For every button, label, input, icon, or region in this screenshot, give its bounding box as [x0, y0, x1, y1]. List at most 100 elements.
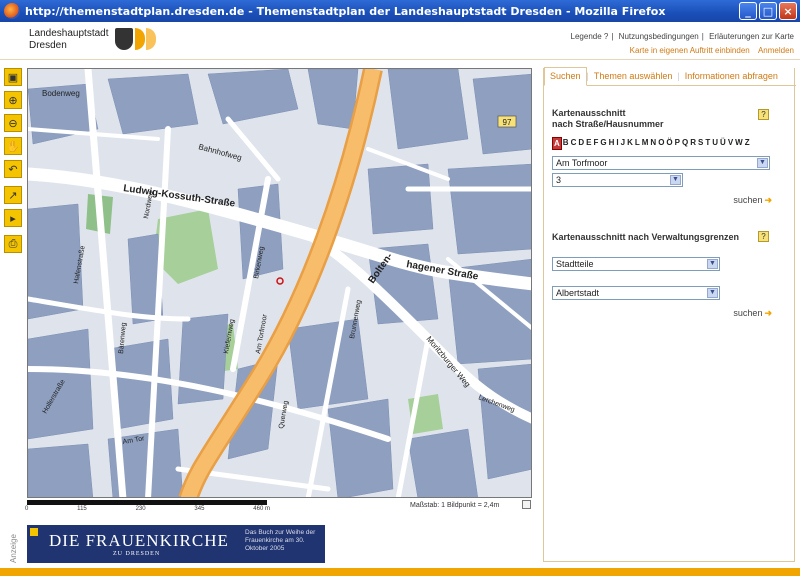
panel-tabs: Suchen | Themen auswählen | Informatione… [544, 67, 796, 86]
embed-map-link[interactable]: Karte in eigenen Auftritt einbinden [630, 46, 750, 55]
ad-banner[interactable]: DIE FRAUENKIRCHE ZU DRESDEN Das Buch zur… [27, 525, 325, 563]
street-search-title: Kartenausschnitt nach Straße/Hausnummer [552, 108, 664, 130]
measure-icon[interactable]: ↗ [4, 186, 22, 204]
maximize-button[interactable]: □ [759, 2, 777, 20]
ad-label: Anzeige [9, 534, 18, 563]
street-search-title-line: Kartenausschnitt [552, 108, 626, 118]
full-extent-icon[interactable]: ▣ [4, 68, 22, 86]
letter-d[interactable]: D [577, 137, 585, 150]
scale-tick: 0 [25, 506, 29, 512]
undo-icon[interactable]: ↶ [4, 160, 22, 178]
ad-blurb: Das Buch zur Weihe der Frauenkirche am 3… [245, 529, 316, 552]
letter-n[interactable]: N [649, 137, 657, 150]
window-titlebar: http://themenstadtplan.dresden.de - Them… [0, 0, 800, 22]
logo-line-1: Landeshauptstadt [29, 28, 109, 39]
terms-link[interactable]: Nutzungsbedingungen [619, 32, 699, 41]
scale-labels: 0 115 230 345 460 m [25, 506, 270, 512]
alphabet-index: A B C D E F G H I J K L M N O Ö P Q R S … [552, 137, 751, 150]
crest-icon [115, 28, 133, 50]
letter-l[interactable]: L [634, 137, 641, 150]
admin-search-button[interactable]: suchen ➜ [733, 308, 772, 319]
letter-z[interactable]: Z [744, 137, 751, 150]
scale-tick: 345 [194, 506, 205, 512]
letter-r[interactable]: R [689, 137, 697, 150]
tab-themes[interactable]: Themen auswählen [589, 68, 678, 85]
tab-search[interactable]: Suchen [544, 67, 587, 86]
logo-arc-icon [135, 28, 145, 50]
scale-bar [27, 500, 267, 505]
street-label: Bodenweg [42, 89, 80, 98]
letter-v[interactable]: V [727, 137, 734, 150]
chevron-down-icon[interactable]: ▼ [757, 158, 768, 168]
letter-w[interactable]: W [734, 137, 744, 150]
map-view[interactable]: 97 Bodenweg Bahnhofweg Ludwig-Kossuth-St… [27, 68, 532, 498]
zoom-in-icon[interactable]: ⊕ [4, 91, 22, 109]
print-icon[interactable]: ⎙ [4, 235, 22, 253]
login-link[interactable]: Anmelden [758, 46, 794, 55]
firefox-icon [4, 3, 20, 19]
letter-q[interactable]: Q [681, 137, 689, 150]
map-toolbar: ▣ ⊕ ⊖ ✋ ↶ ↗ ▸ ⎙ [4, 68, 24, 258]
letter-h[interactable]: H [608, 137, 616, 150]
ad-subtitle: ZU DRESDEN [113, 551, 161, 557]
letter-m[interactable]: M [641, 137, 650, 150]
letter-c[interactable]: C [570, 137, 578, 150]
route-badge: 97 [503, 118, 512, 127]
district-select[interactable]: Albertstadt ▼ [552, 286, 720, 300]
street-search-help-button[interactable]: ? [758, 109, 769, 120]
street-search-button[interactable]: suchen ➜ [733, 195, 772, 206]
district-value: Albertstadt [556, 288, 600, 298]
tab-info[interactable]: Informationen abfragen [680, 68, 783, 85]
legend-link[interactable]: Legende [571, 32, 602, 41]
letter-e[interactable]: E [585, 137, 592, 150]
letter-t[interactable]: T [704, 137, 711, 150]
close-button[interactable]: × [779, 2, 797, 20]
street-select[interactable]: Am Torfmoor ▼ [552, 156, 770, 170]
chevron-down-icon[interactable]: ▼ [707, 259, 718, 269]
boundary-type-select[interactable]: Stadtteile ▼ [552, 257, 720, 271]
street-select-value: Am Torfmoor [556, 158, 608, 168]
letter-oe[interactable]: Ö [665, 137, 673, 150]
search-link-label: suchen [733, 195, 763, 205]
legend-help-link[interactable]: ? [604, 32, 608, 41]
info-icon[interactable]: ▸ [4, 209, 22, 227]
letter-ue[interactable]: Ü [719, 137, 727, 150]
city-logo[interactable] [115, 28, 156, 50]
arrow-right-icon: ➜ [764, 195, 772, 205]
header-links: Legende ? | Nutzungsbedingungen | Erläuter… [570, 32, 794, 55]
scale-tick: 230 [135, 506, 146, 512]
search-panel: Suchen | Themen auswählen | Informatione… [543, 67, 796, 562]
letter-p[interactable]: P [674, 137, 681, 150]
map-notes-link[interactable]: Erläuterungen zur Karte [709, 32, 794, 41]
footer-strip [0, 568, 800, 576]
house-number-value: 3 [556, 175, 562, 185]
arrow-right-icon: ➜ [764, 308, 772, 318]
map-canvas[interactable]: 97 Bodenweg Bahnhofweg Ludwig-Kossuth-St… [28, 69, 532, 498]
letter-f[interactable]: F [592, 137, 599, 150]
chevron-down-icon[interactable]: ▼ [670, 175, 681, 185]
scale-tick: 460 m [253, 506, 270, 512]
chevron-down-icon[interactable]: ▼ [707, 288, 718, 298]
search-link-label: suchen [733, 308, 763, 318]
scale-text: Maßstab: 1 Bildpunkt = 2,4m [410, 502, 500, 509]
site-logo-text[interactable]: Landeshauptstadt Dresden [29, 28, 109, 52]
ad-corner-icon [30, 528, 38, 536]
letter-k[interactable]: K [626, 137, 634, 150]
window-title: http://themenstadtplan.dresden.de - Them… [25, 4, 666, 18]
pan-hand-icon[interactable]: ✋ [4, 137, 22, 155]
letter-g[interactable]: G [599, 137, 607, 150]
scale-settings-icon[interactable] [522, 500, 531, 509]
letter-s[interactable]: S [697, 137, 704, 150]
zoom-out-icon[interactable]: ⊖ [4, 114, 22, 132]
site-header: Landeshauptstadt Dresden Legende ? | Nutz… [0, 22, 800, 60]
admin-search-title: Kartenausschnitt nach Verwaltungsgrenzen [552, 232, 740, 242]
house-number-select[interactable]: 3 ▼ [552, 173, 683, 187]
admin-search-help-button[interactable]: ? [758, 231, 769, 242]
letter-u[interactable]: U [711, 137, 719, 150]
letter-b[interactable]: B [562, 137, 570, 150]
street-search-title-line: nach Straße/Hausnummer [552, 119, 664, 129]
logo-arc-icon [146, 28, 156, 50]
minimize-button[interactable]: _ [739, 2, 757, 20]
letter-o[interactable]: O [657, 137, 665, 150]
letter-a[interactable]: A [552, 137, 562, 150]
